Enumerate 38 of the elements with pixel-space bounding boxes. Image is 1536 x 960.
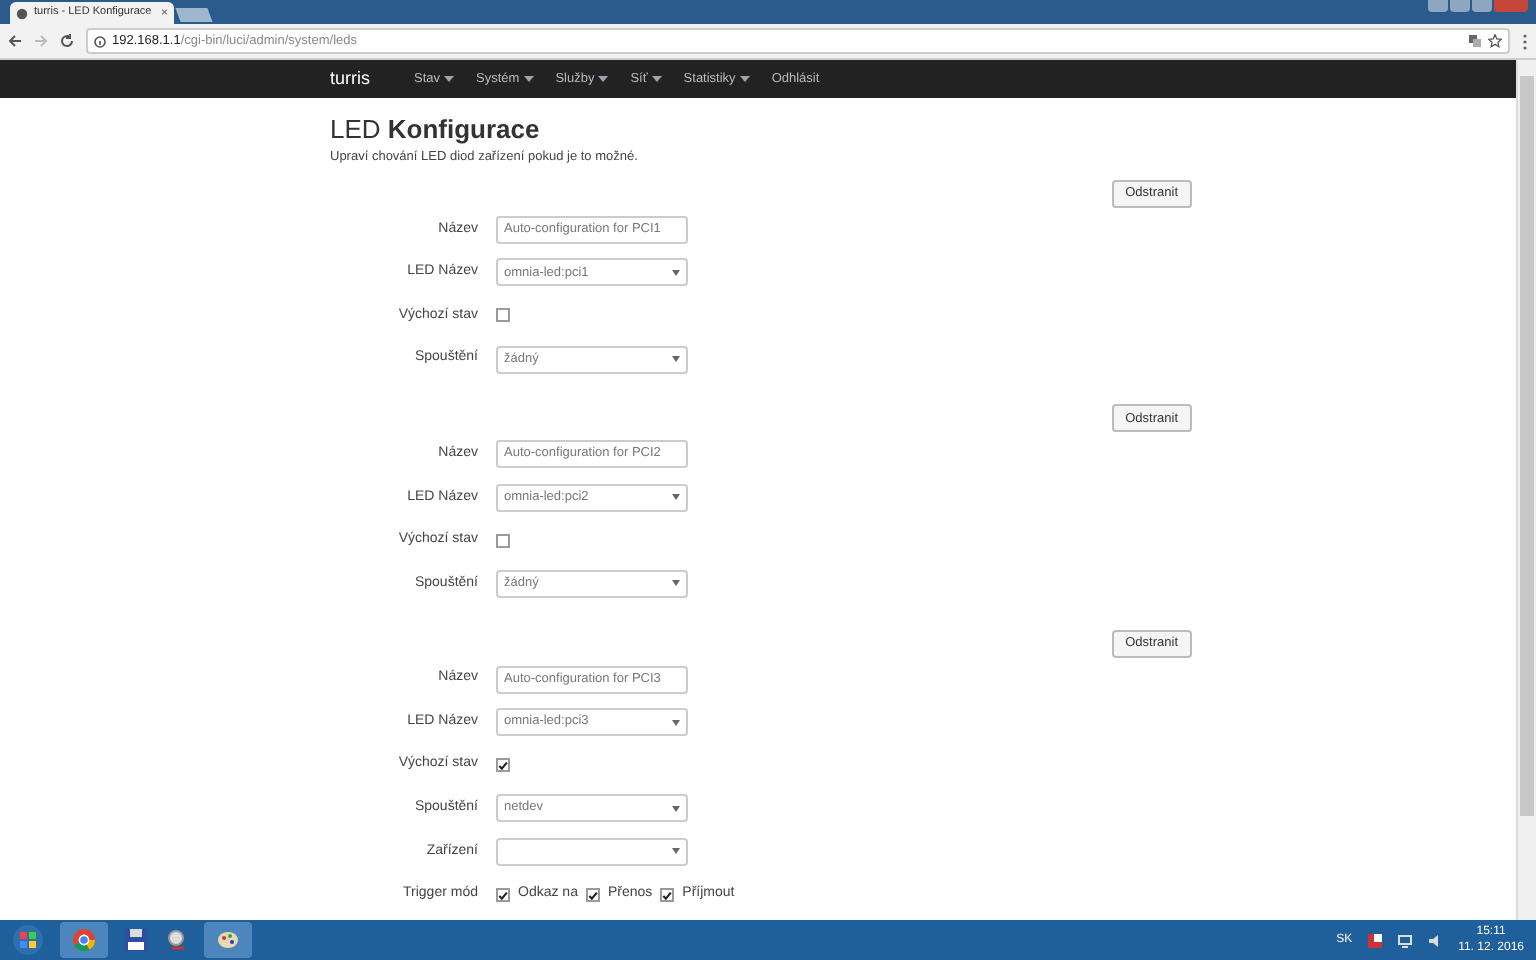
checkbox[interactable] (496, 888, 510, 903)
menu-icon[interactable] (1522, 33, 1528, 49)
info-icon (94, 35, 106, 47)
caret-icon (672, 494, 680, 501)
start-button[interactable] (12, 924, 44, 956)
caret-icon (672, 580, 680, 587)
caret-icon (672, 805, 680, 812)
star-icon[interactable] (1488, 34, 1502, 48)
caret-icon (651, 76, 662, 82)
translate-icon[interactable] (1468, 34, 1482, 48)
caret-icon (598, 76, 609, 82)
chrome-icon (72, 928, 96, 952)
checkbox[interactable] (496, 308, 510, 323)
checkbox[interactable] (496, 758, 510, 773)
caret-icon (523, 76, 534, 82)
network-icon[interactable] (1398, 933, 1413, 947)
caret-icon (672, 719, 680, 726)
taskbar-app[interactable] (204, 922, 252, 958)
brand-logo[interactable]: turris (330, 65, 370, 93)
page-heading: LED Konfigurace (330, 112, 542, 148)
caret-icon (672, 848, 680, 855)
scrollbar[interactable] (1516, 60, 1536, 920)
checkbox[interactable] (496, 533, 510, 548)
select-field[interactable] (496, 837, 688, 866)
caret-icon (739, 76, 750, 82)
caret-icon (444, 76, 455, 82)
checkbox[interactable] (585, 888, 600, 903)
checkbox[interactable] (660, 888, 675, 903)
back-icon[interactable] (8, 34, 22, 48)
speaker-icon[interactable] (1428, 933, 1443, 947)
new-tab-button[interactable] (175, 8, 213, 22)
paint-palette-icon (216, 928, 240, 952)
globe-icon (16, 7, 28, 19)
taskbar-app[interactable] (60, 922, 108, 958)
flag-icon[interactable] (1368, 933, 1383, 947)
reload-icon[interactable] (60, 34, 74, 48)
caret-icon (672, 269, 680, 276)
caret-icon (672, 356, 680, 363)
